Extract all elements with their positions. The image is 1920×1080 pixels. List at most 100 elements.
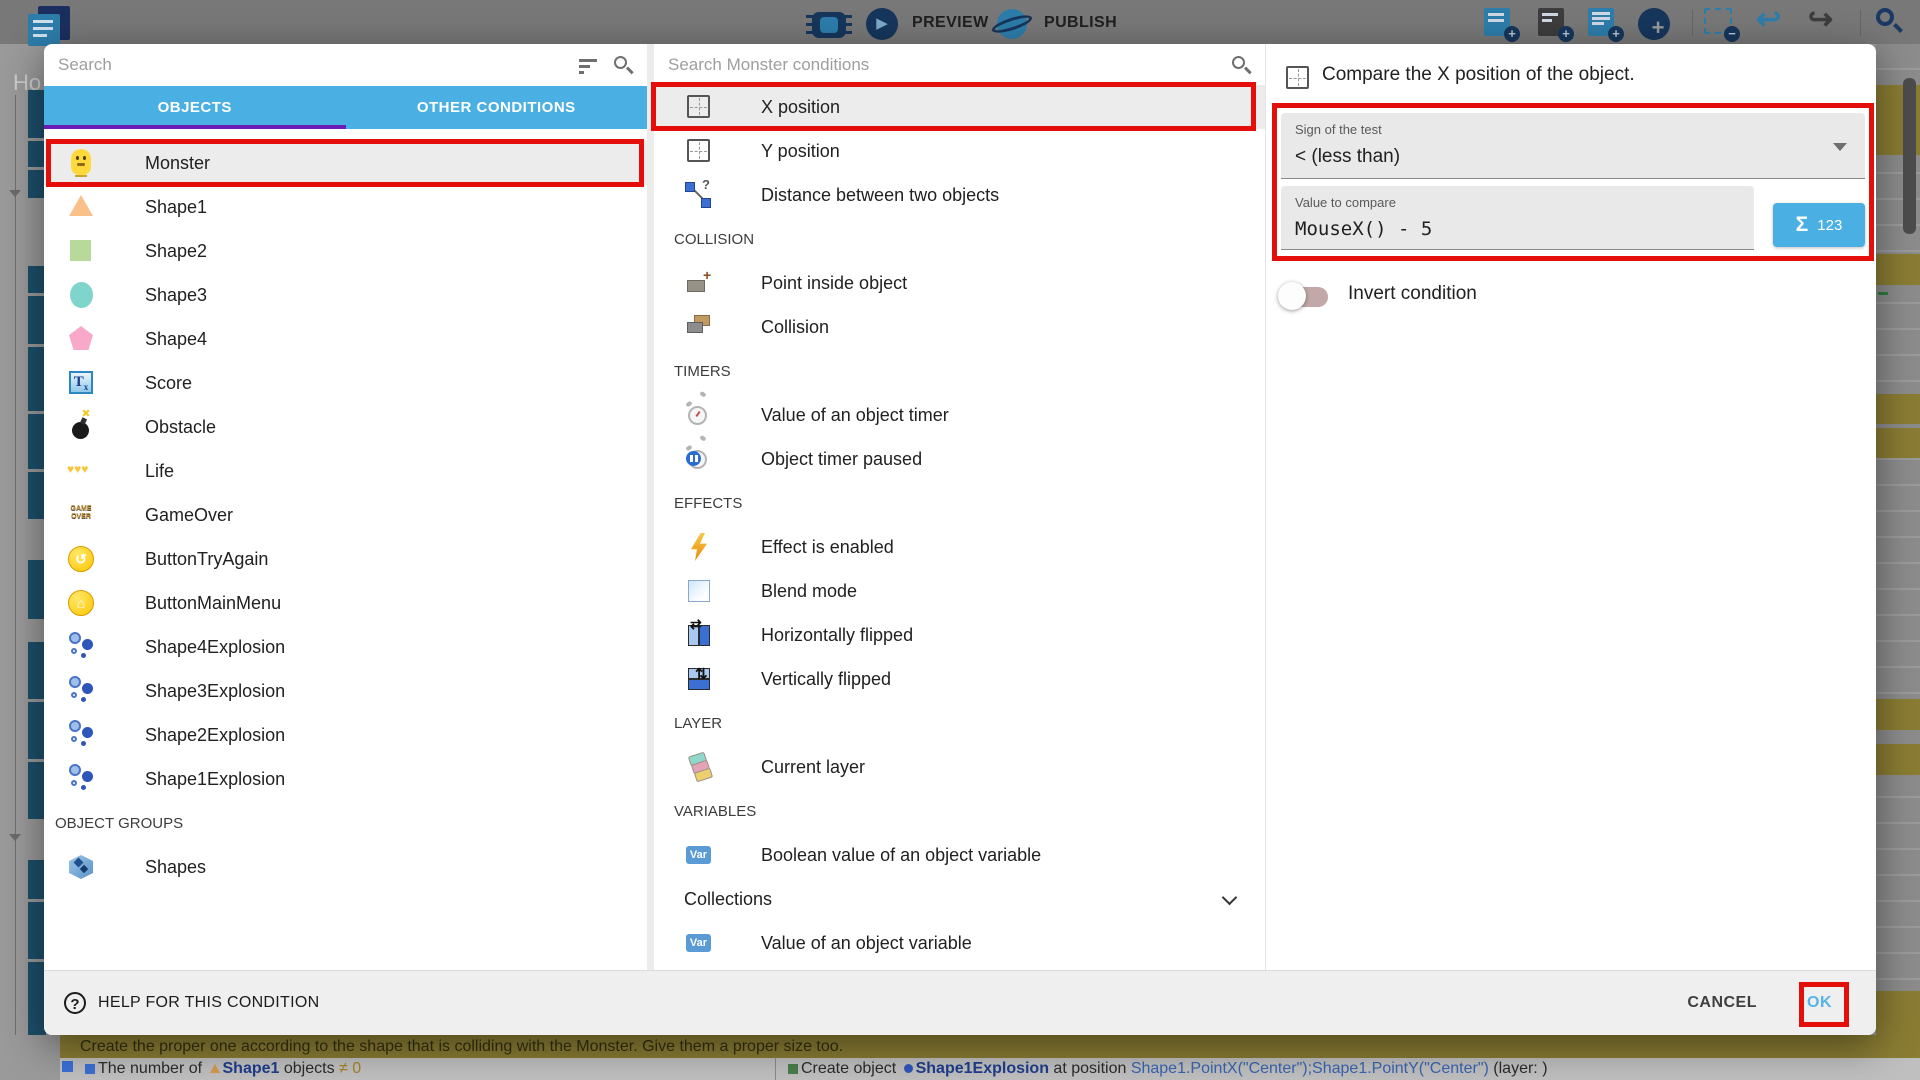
condition-title: Compare the X position of the object. [1322, 64, 1635, 86]
objects-search-row [44, 44, 647, 86]
create-action-icon [788, 1064, 798, 1074]
distance-icon: ? [685, 179, 713, 211]
sigma-icon: Σ [1796, 213, 1809, 237]
ok-button[interactable]: OK [1807, 994, 1832, 1012]
filter-icon[interactable] [579, 58, 597, 72]
section-header-timers: TIMERS [654, 349, 1265, 393]
panel-tabs: OBJECTS OTHER CONDITIONS [44, 86, 647, 129]
remove-selection-icon: − [1704, 8, 1738, 40]
circle-icon [67, 279, 95, 311]
row-label: Shape4Explosion [145, 637, 285, 658]
condition-row-value-of-an-object-variable[interactable]: VarValue of an object variable [654, 921, 1265, 965]
condition-row-collision[interactable]: Collision [654, 305, 1265, 349]
active-tab-underline [44, 125, 346, 129]
object-row-monster[interactable]: Monster [44, 141, 647, 185]
position-icon [1284, 62, 1310, 90]
conditions-search-input[interactable] [668, 55, 1231, 75]
toolbar-divider [1860, 10, 1861, 36]
add-subevent-icon: + [1538, 8, 1572, 40]
object-row-score[interactable]: TxScore [44, 361, 647, 405]
condition-row-horizontally-flipped[interactable]: ⇄Horizontally flipped [654, 613, 1265, 657]
expression-editor-button[interactable]: Σ 123 [1773, 203, 1865, 247]
explosion-icon [67, 763, 95, 795]
condition-row-object-timer-paused[interactable]: Object timer paused [654, 437, 1265, 481]
object-row-shape1[interactable]: Shape1 [44, 185, 647, 229]
accordion-label: Collections [684, 889, 772, 910]
condition-row-blend-mode[interactable]: Blend mode [654, 569, 1265, 613]
row-label: ButtonMainMenu [145, 593, 281, 614]
condition-row-boolean-value-of-an-object-variable[interactable]: VarBoolean value of an object variable [654, 833, 1265, 877]
search-icon [613, 55, 633, 75]
preview-play-icon: ▶ [866, 8, 898, 40]
event-comment: Create the proper one according to the s… [60, 1035, 1920, 1058]
row-label: Shape2Explosion [145, 725, 285, 746]
row-label: Shape1 [145, 197, 207, 218]
bomb-icon [67, 411, 95, 443]
tree-collapse-icon [9, 834, 21, 841]
objects-search-input[interactable] [58, 55, 579, 75]
button-retry-icon: ↺ [67, 543, 95, 575]
choose-condition-dialog: OBJECTS OTHER CONDITIONS Monster Shape1 Sh… [44, 44, 1876, 1035]
object-row-buttonmainmenu[interactable]: ⌂ ButtonMainMenu [44, 581, 647, 625]
condition-row-point-inside-object[interactable]: +Point inside object [654, 261, 1265, 305]
object-row-shape3explosion[interactable]: Shape3Explosion [44, 669, 647, 713]
condition-parameters-panel: Compare the X position of the object. Si… [1265, 44, 1876, 970]
objects-list: Monster Shape1 Shape2 Shape3 Shape4TxScoreOb… [44, 141, 647, 889]
help-button[interactable]: ? HELP FOR THIS CONDITION [64, 992, 319, 1014]
debugger-icon [812, 12, 846, 38]
row-label: Blend mode [761, 581, 857, 602]
object-row-shape4[interactable]: Shape4 [44, 317, 647, 361]
row-label: Shape3 [145, 285, 207, 306]
cancel-button[interactable]: CANCEL [1687, 994, 1757, 1012]
blend-icon [685, 575, 713, 607]
object-row-shape2[interactable]: Shape2 [44, 229, 647, 273]
row-label: Monster [145, 153, 210, 174]
section-header-collision: COLLISION [654, 217, 1265, 261]
publish-button: PUBLISH [1044, 14, 1117, 32]
var-icon: Var [685, 927, 713, 959]
object-row-shape2explosion[interactable]: Shape2Explosion [44, 713, 647, 757]
condition-row-distance-between-two-objects[interactable]: ?Distance between two objects [654, 173, 1265, 217]
object-row-obstacle[interactable]: Obstacle [44, 405, 647, 449]
timer-paused-icon [685, 443, 713, 475]
condition-row-value-of-an-object-timer[interactable]: Value of an object timer [654, 393, 1265, 437]
conditions-list: X position Y position ?Distance between tw… [654, 85, 1265, 965]
position-icon [685, 91, 713, 123]
object-row-shape4explosion[interactable]: Shape4Explosion [44, 625, 647, 669]
events-tree-line [15, 95, 16, 1035]
object-row-shape3[interactable]: Shape3 [44, 273, 647, 317]
button-home-icon: ⌂ [67, 587, 95, 619]
tab-other-conditions[interactable]: OTHER CONDITIONS [346, 86, 648, 129]
object-row-shape1explosion[interactable]: Shape1Explosion [44, 757, 647, 801]
group-row-shapes[interactable]: Shapes [44, 845, 647, 889]
group-icon [67, 851, 95, 883]
tab-objects[interactable]: OBJECTS [44, 86, 346, 129]
shape1-icon [210, 1064, 220, 1073]
object-row-life[interactable]: ♥♥♥Life [44, 449, 647, 493]
invert-condition-toggle-knob[interactable] [1278, 282, 1306, 310]
condition-row-effect-is-enabled[interactable]: Effect is enabled [654, 525, 1265, 569]
object-row-gameover[interactable]: GAMEOVERGameOver [44, 493, 647, 537]
condition-row-current-layer[interactable]: Current layer [654, 745, 1265, 789]
section-header-variables: VARIABLES [654, 789, 1265, 833]
add-more-icon: + [1638, 8, 1672, 40]
row-label: Boolean value of an object variable [761, 845, 1041, 866]
condition-row-x-position[interactable]: X position [654, 85, 1265, 129]
condition-row-vertically-flipped[interactable]: ⇅Vertically flipped [654, 657, 1265, 701]
row-label: Effect is enabled [761, 537, 894, 558]
object-row-buttontryagain[interactable]: ↺ButtonTryAgain [44, 537, 647, 581]
sign-of-test-select[interactable]: Sign of the test < (less than) [1281, 113, 1865, 179]
search-icon [1231, 55, 1251, 75]
toolbar-divider [1692, 10, 1693, 36]
row-label: GameOver [145, 505, 233, 526]
flip-v-icon: ⇅ [685, 663, 713, 695]
text-object-icon: Tx [67, 367, 95, 399]
row-label: Y position [761, 141, 840, 162]
invert-condition-label: Invert condition [1348, 283, 1477, 305]
dialog-footer: ? HELP FOR THIS CONDITION CANCEL OK [44, 970, 1876, 1035]
add-comment-icon: + [1588, 8, 1622, 40]
condition-row-y-position[interactable]: Y position [654, 129, 1265, 173]
value-to-compare-input[interactable]: Value to compare MouseX() - 5 [1281, 186, 1754, 250]
events-scrollbar[interactable] [1903, 78, 1916, 234]
accordion-collections[interactable]: Collections [654, 877, 1265, 921]
